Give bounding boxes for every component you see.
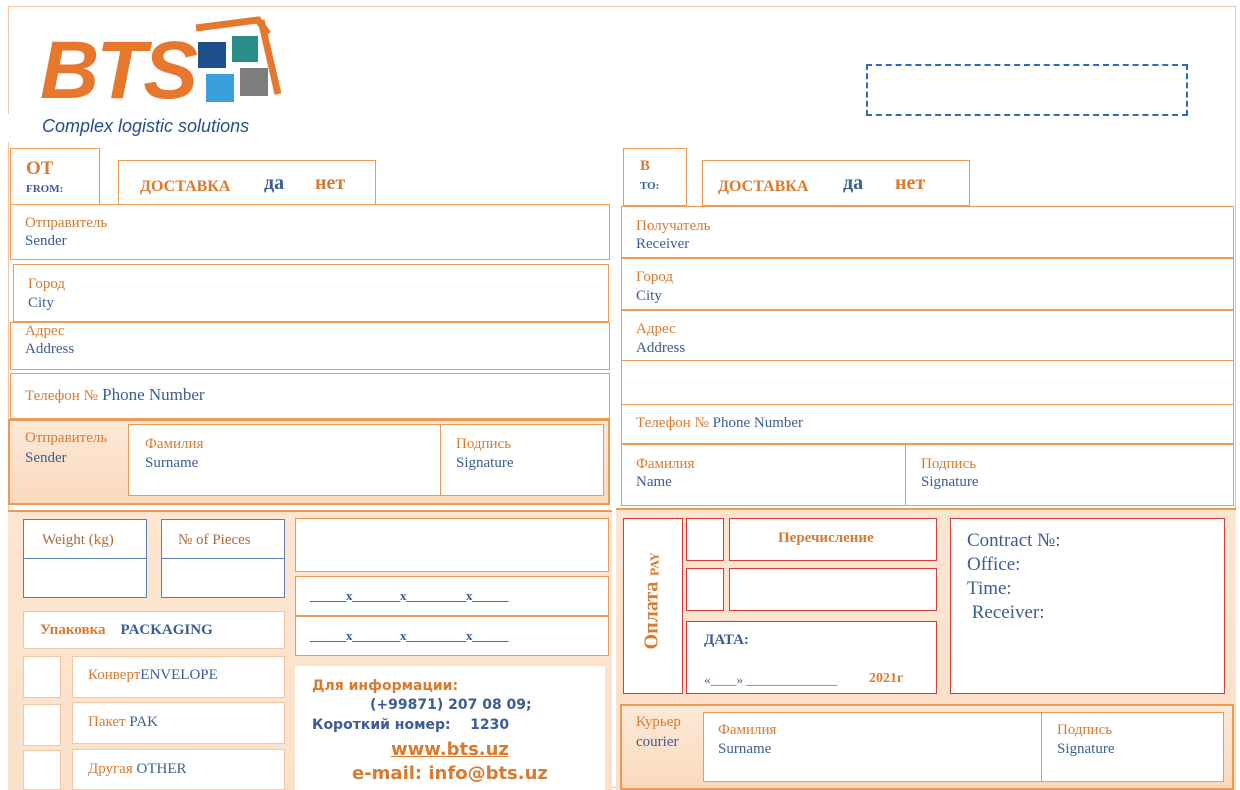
pak-ru: Пакет [88,714,126,730]
cargo-notes-field[interactable] [295,518,609,572]
courier-signature-en: Signature [1057,741,1115,757]
courier-surname-en: Surname [718,741,772,757]
receiver-delivery-label: ДОСТАВКА [718,178,809,195]
courier-signature-ru: Подпись [1057,722,1113,738]
receiver-delivery-no[interactable]: нет [895,173,925,193]
logo-squares-icon [195,16,282,102]
packaging-ru: Упаковка [40,622,106,638]
to-label-box [623,148,687,206]
envelope-en: ENVELOPE [140,667,218,683]
sender-label-en: Sender [25,233,67,249]
sender-delivery-no[interactable]: нет [315,173,345,193]
other-en: OTHER [136,761,187,777]
receiver-signature-ru: Подпись [921,456,977,472]
envelope-ru: Конверт [88,667,141,683]
dimensions-line-1: ______x________x__________x______ [310,588,509,603]
receiver-city-ru: Город [636,269,674,285]
sender-label-ru: Отправитель [25,215,108,231]
payment-checkbox-2[interactable] [686,568,724,611]
receiver-phone-en: Phone Number [712,415,804,431]
sender-phone-en: Phone Number [102,385,205,404]
sender-name-field[interactable] [10,204,610,260]
contract-receiver: Receiver: [967,602,1045,623]
contract-label: Contract №: [967,530,1061,551]
sender-signature-en: Signature [456,455,514,471]
payment-other-box[interactable] [729,568,937,611]
pieces-label: № of Pieces [178,532,251,548]
receiver-label-en: Receiver [636,236,690,252]
sender-address-ru: Адрес [25,323,65,339]
sender-sign-label-ru: Отправитель [25,430,108,446]
receiver-signature-en: Signature [921,474,979,490]
sender-city-field[interactable] [13,264,609,322]
other-label: Другая OTHER [88,761,187,778]
info-title: Для информации: [312,678,459,694]
payment-pay: PAY [648,552,662,577]
receiver-city-en: City [636,288,662,304]
payment-date-line: «____» ______________ [704,672,838,687]
courier-ru: Курьер [636,714,681,730]
to-ru: В [640,158,651,174]
envelope-checkbox[interactable] [23,656,61,698]
receiver-phone-label: Телефон № Phone Number [636,415,803,432]
payment-checkbox-1[interactable] [686,518,724,561]
contract-time: Time: [967,578,1012,599]
bts-logo: BTS Complex logistic solutions [8,14,360,144]
sender-phone-label: Телефон № Phone Number [25,386,205,405]
sender-sign-label-en: Sender [25,450,67,466]
packaging-en: PACKAGING [120,622,213,638]
barcode-placeholder[interactable] [866,64,1188,116]
pak-checkbox[interactable] [23,704,61,746]
weight-field[interactable] [23,558,147,598]
pak-en: PAK [129,714,159,730]
receiver-address-line2[interactable] [621,360,1234,406]
sender-signature-ru: Подпись [456,436,512,452]
envelope-label: КонвертENVELOPE [88,667,218,684]
from-ru: ОТ [26,158,54,179]
receiver-surname-en: Name [636,474,672,490]
payment-oplata: Оплата [640,581,663,650]
courier-en: courier [636,734,679,750]
receiver-address-field[interactable] [621,310,1234,362]
sender-address-en: Address [25,341,75,357]
packaging-label: Упаковка PACKAGING [40,622,213,639]
weight-label: Weight (kg) [42,532,114,548]
logo-tagline: Complex logistic solutions [42,116,250,136]
receiver-name-field[interactable] [621,206,1234,258]
receiver-city-field[interactable] [621,258,1234,310]
receiver-address-ru: Адрес [636,321,676,337]
to-en: TO: [640,180,660,192]
receiver-label-ru: Получатель [636,218,711,234]
logo-wordmark: BTS [40,25,198,116]
courier-surname-ru: Фамилия [718,722,777,738]
sender-city-en: City [28,295,54,311]
receiver-phone-ru: Телефон № [636,415,709,431]
payment-date-label: ДАТА: [704,632,749,648]
other-checkbox[interactable] [23,750,61,790]
contract-office: Office: [967,554,1021,575]
from-en: FROM: [26,183,64,195]
payment-transfer-label: Перечисление [778,530,874,546]
info-phone: (+99871) 207 08 09; [370,697,532,713]
pak-label: Пакет PAK [88,714,158,731]
sender-delivery-label: ДОСТАВКА [140,178,231,195]
other-ru: Другая [88,761,133,777]
payment-year: 2021г [869,671,904,686]
receiver-delivery-yes[interactable]: да [843,173,863,193]
sender-city-ru: Город [28,276,66,292]
sender-delivery-yes[interactable]: да [264,173,284,193]
sender-phone-ru: Телефон № [25,388,98,404]
pieces-field[interactable] [161,558,285,598]
receiver-surname-ru: Фамилия [636,456,695,472]
sender-address-field[interactable] [10,322,610,370]
info-website-link[interactable]: www.bts.uz [391,739,509,760]
sender-surname-en: Surname [145,455,199,471]
sender-surname-ru: Фамилия [145,436,204,452]
dimensions-line-2: ______x________x__________x______ [310,628,509,643]
info-short-number: Короткий номер: 1230 [312,717,510,733]
info-email[interactable]: e-mail: info@bts.uz [352,763,548,784]
receiver-address-en: Address [636,340,686,356]
